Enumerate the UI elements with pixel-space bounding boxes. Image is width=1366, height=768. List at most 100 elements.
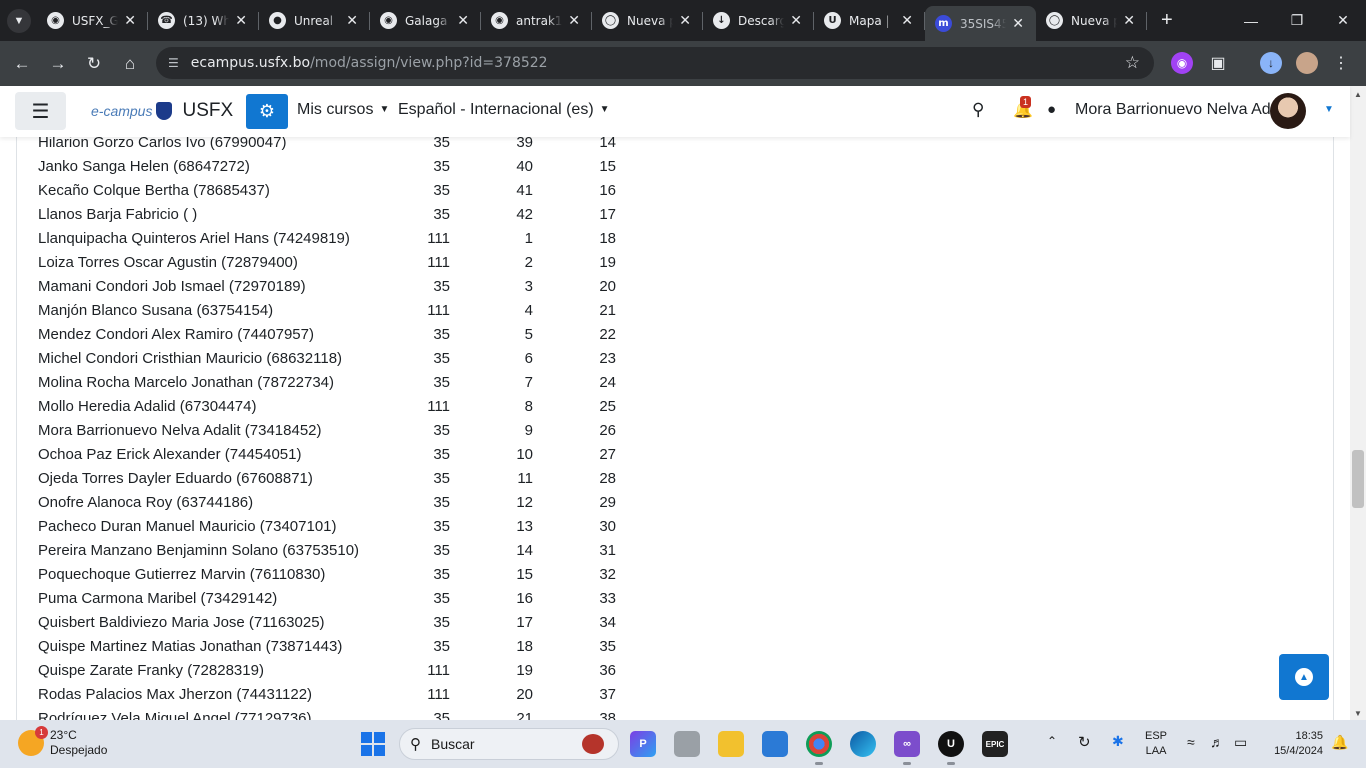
participant-name: Ojeda Torres Dayler Eduardo (67608871) [38, 470, 313, 487]
sync-icon[interactable]: ↻ [1078, 733, 1091, 751]
browser-tab[interactable]: ◉ Galaga ✕ [370, 0, 481, 41]
edge-icon[interactable] [850, 731, 876, 757]
close-tab-icon[interactable]: ✕ [124, 13, 136, 29]
participant-name: Quispe Zarate Franky (72828319) [38, 662, 264, 679]
group-id-cell: 35 [433, 470, 450, 487]
participant-name: Poquechoque Gutierrez Marvin (76110830) [38, 566, 326, 583]
site-brand[interactable]: e-campus USFX [91, 100, 233, 122]
count-cell: 21 [599, 302, 616, 319]
participant-name: Molina Rocha Marcelo Jonathan (78722734) [38, 374, 335, 391]
user-avatar[interactable] [1270, 93, 1306, 129]
tab-search-chevron-icon[interactable]: ▼ [7, 8, 31, 33]
visual-studio-icon[interactable]: ∞ [894, 731, 920, 765]
close-tab-icon[interactable]: ✕ [901, 13, 913, 29]
puzzle-extensions-icon[interactable]: ▣ [1207, 52, 1229, 74]
wifi-icon[interactable]: ≈ [1187, 734, 1195, 750]
windows-taskbar: 1 23°C Despejado ⚲ Buscar P ∞ U EPIC ⌃ ↻ … [0, 720, 1366, 768]
browser-tab[interactable]: ◉ antrak1 ✕ [481, 0, 592, 41]
participant-name: Rodas Palacios Max Jherzon (74431122) [38, 686, 313, 703]
browser-tab[interactable]: ● Unreal ✕ [259, 0, 370, 41]
site-info-icon[interactable]: ☰ [168, 56, 179, 70]
home-button[interactable]: ⌂ [112, 54, 148, 74]
close-tab-icon[interactable]: ✕ [457, 13, 469, 29]
minimize-button[interactable]: — [1228, 13, 1274, 29]
group-id-cell: 111 [427, 398, 450, 415]
close-tab-icon[interactable]: ✕ [1123, 13, 1135, 29]
tab-title: Nueva p [1071, 13, 1117, 28]
close-window-button[interactable]: ✕ [1320, 12, 1366, 29]
group-id-cell: 111 [427, 254, 450, 271]
browser-tab[interactable]: ↓ Descarg ✕ [703, 0, 814, 41]
browser-tab[interactable]: m 35SIS45 ✕ [925, 6, 1036, 41]
cogs-icon[interactable]: ⚙ [246, 94, 288, 129]
system-clock[interactable]: 18:35 15/4/2024 [1263, 729, 1323, 759]
reload-button[interactable]: ↻ [76, 54, 112, 74]
close-tab-icon[interactable]: ✕ [1012, 16, 1024, 32]
table-row: Loiza Torres Oscar Agustin (72879400) 111… [17, 251, 1335, 275]
my-courses-menu[interactable]: Mis cursos ▼ [297, 101, 389, 119]
chat-icon[interactable]: ● [1047, 101, 1056, 118]
user-name[interactable]: Mora Barrionuevo Nelva Adalit [1075, 101, 1291, 119]
ecampus-logo: e-campus [91, 103, 153, 119]
battery-icon[interactable]: ▭ [1234, 734, 1247, 751]
group-id-cell: 35 [433, 638, 450, 655]
order-cell: 19 [516, 662, 533, 679]
group-id-cell: 35 [433, 590, 450, 607]
unreal-engine-icon[interactable]: U [938, 731, 964, 765]
count-cell: 15 [599, 158, 616, 175]
browser-tab[interactable]: ◯ Nueva p ✕ [592, 0, 703, 41]
close-tab-icon[interactable]: ✕ [679, 13, 691, 29]
address-bar[interactable]: ☰ ecampus.usfx.bo/mod/assign/view.php?id… [156, 47, 1154, 79]
new-tab-button[interactable]: + [1161, 9, 1173, 32]
scroll-up-arrow-icon[interactable]: ▲ [1354, 90, 1362, 99]
order-cell: 12 [516, 494, 533, 511]
university-crest-icon [156, 102, 173, 120]
browser-menu-icon[interactable]: ⋮ [1330, 52, 1352, 74]
taskbar-search[interactable]: ⚲ Buscar [399, 728, 619, 760]
table-row: Puma Carmona Maribel (73429142) 35 16 33 [17, 587, 1335, 611]
bookmark-star-icon[interactable]: ☆ [1125, 53, 1140, 73]
microsoft-store-icon[interactable] [762, 731, 788, 757]
weather-widget[interactable]: 1 23°C Despejado [18, 726, 107, 758]
order-cell: 9 [524, 422, 533, 439]
restore-button[interactable]: ❐ [1274, 12, 1320, 29]
language-indicator[interactable]: ESP LAA [1145, 729, 1167, 759]
scroll-down-arrow-icon[interactable]: ▼ [1354, 709, 1362, 718]
start-button[interactable] [361, 732, 385, 756]
count-cell: 36 [599, 662, 616, 679]
notification-bell-icon[interactable]: 🔔 [1331, 734, 1348, 751]
download-icon[interactable]: ↓ [1260, 52, 1282, 74]
scrollbar-thumb[interactable] [1352, 450, 1364, 508]
search-icon[interactable]: ⚲ [972, 100, 984, 120]
forward-button[interactable]: → [40, 54, 76, 74]
copilot-icon[interactable]: P [630, 731, 656, 757]
extension-icon[interactable]: ◉ [1171, 52, 1193, 74]
close-tab-icon[interactable]: ✕ [235, 13, 247, 29]
table-row: Hilarion Gorzo Carlos Ivo (67990047) 35 39… [17, 137, 1335, 155]
file-explorer-icon[interactable] [718, 731, 744, 757]
task-view-icon[interactable] [674, 731, 700, 757]
browser-tab[interactable]: ☎ (13) Wh ✕ [148, 0, 259, 41]
drawer-toggle-button[interactable]: ☰ [15, 92, 66, 130]
volume-icon[interactable]: ♬ [1210, 734, 1224, 750]
table-row: Mollo Heredia Adalid (67304474) 111 8 25 [17, 395, 1335, 419]
close-tab-icon[interactable]: ✕ [790, 13, 802, 29]
profile-avatar[interactable] [1296, 52, 1318, 74]
back-to-top-button[interactable]: ▲ [1279, 654, 1329, 700]
group-id-cell: 35 [433, 446, 450, 463]
close-tab-icon[interactable]: ✕ [346, 13, 358, 29]
close-tab-icon[interactable]: ✕ [568, 13, 580, 29]
browser-tab[interactable]: ◉ USFX_G ✕ [37, 0, 148, 41]
participant-name: Kecaño Colque Bertha (78685437) [38, 182, 270, 199]
browser-tab[interactable]: U Mapa | ✕ [814, 0, 925, 41]
chevron-up-icon[interactable]: ⌃ [1047, 734, 1057, 748]
bluetooth-icon[interactable]: ✱ [1112, 733, 1124, 750]
page-scrollbar[interactable]: ▲ ▼ [1350, 86, 1366, 720]
browser-tab[interactable]: ◯ Nueva p ✕ [1036, 0, 1147, 41]
epic-games-icon[interactable]: EPIC [982, 731, 1008, 757]
user-menu-caret-icon[interactable]: ▼ [1324, 104, 1334, 115]
order-cell: 21 [516, 710, 533, 720]
chrome-icon[interactable] [806, 731, 832, 765]
back-button[interactable]: ← [4, 54, 40, 74]
language-menu[interactable]: Español - Internacional (es) ▼ [398, 101, 610, 119]
